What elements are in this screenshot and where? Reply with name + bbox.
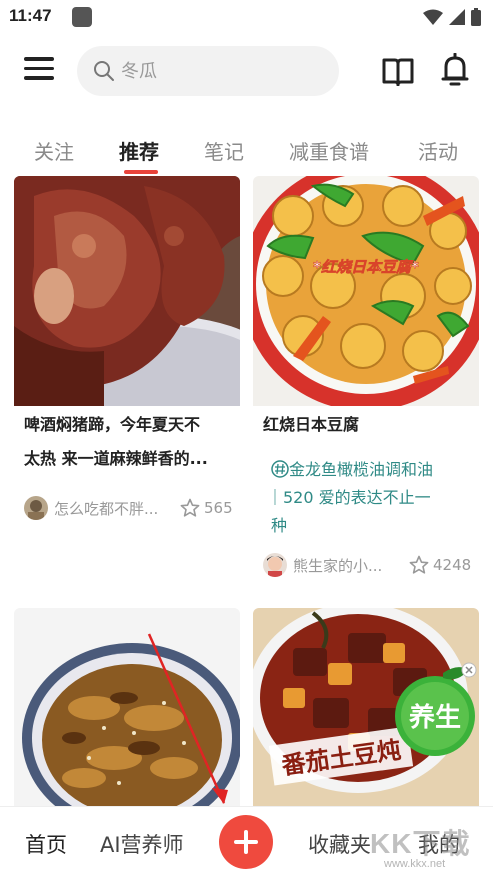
- topic-tag[interactable]: 金龙鱼橄榄油调和油: [271, 456, 433, 484]
- wifi-icon: [423, 9, 443, 25]
- recipe-card-braised[interactable]: [14, 608, 240, 806]
- bell-icon[interactable]: [440, 53, 470, 87]
- recipe-title-line: 太热 来一道麻辣鲜香的...: [24, 449, 208, 468]
- like-button[interactable]: 4248: [409, 555, 471, 575]
- health-badge: 养生: [408, 702, 461, 733]
- recipe-image-pork-trotter: [14, 176, 240, 406]
- avatar: [24, 496, 48, 520]
- search-input[interactable]: [121, 56, 321, 86]
- card-author[interactable]: 熊生家的小...: [263, 553, 382, 577]
- search-bar[interactable]: [77, 46, 339, 96]
- recipe-title-line: 啤酒焖猪蹄，今年夏天不: [24, 415, 201, 434]
- app-notification-icon: [72, 7, 92, 27]
- topic-line: 金龙鱼橄榄油调和油: [289, 460, 434, 479]
- star-icon: [180, 498, 200, 517]
- like-count: 565: [204, 499, 233, 517]
- bottom-navigation: 首页 AI营养师 收藏夹 我的: [0, 806, 493, 878]
- active-tab-indicator: [124, 170, 158, 174]
- top-bar: [0, 38, 493, 104]
- like-button[interactable]: 565: [180, 498, 233, 518]
- recipe-card-tofu[interactable]: *红烧日本豆腐* 红烧日本豆腐 金龙鱼橄榄油调和油 ｜520 爱的表达不止一 种…: [253, 176, 479, 596]
- topic-line: 种: [271, 516, 288, 535]
- tab-follow[interactable]: 关注: [34, 136, 74, 165]
- book-icon[interactable]: [381, 56, 415, 86]
- search-icon: [94, 61, 114, 81]
- add-post-button[interactable]: [219, 815, 273, 869]
- status-bar: 11:47: [0, 0, 493, 34]
- battery-icon: [471, 8, 481, 26]
- nav-favorites[interactable]: 收藏夹: [308, 829, 371, 859]
- image-caption: *红烧日本豆腐*: [313, 258, 419, 276]
- recipe-image-braised: [14, 608, 240, 806]
- signal-icon: [449, 9, 465, 25]
- hashtag-icon: [271, 460, 289, 478]
- status-time: 11:47: [9, 6, 52, 25]
- status-icons: [423, 8, 481, 26]
- topic-line: ｜520 爱的表达不止一: [267, 488, 431, 507]
- star-icon: [409, 555, 429, 574]
- author-name: 怎么吃都不胖...: [54, 499, 159, 518]
- recipe-image-beef-potato: 番茄土豆炖 养生: [253, 608, 479, 806]
- recipe-title: 红烧日本豆腐: [263, 415, 360, 434]
- recipe-card-pork-trotter[interactable]: 啤酒焖猪蹄，今年夏天不 太热 来一道麻辣鲜香的... 怎么吃都不胖... 565: [14, 176, 240, 536]
- tab-recommend[interactable]: 推荐: [119, 136, 159, 165]
- nav-home[interactable]: 首页: [25, 829, 67, 859]
- tab-diet-recipes[interactable]: 减重食谱: [289, 136, 369, 165]
- recipe-card-beef-potato[interactable]: 番茄土豆炖 养生: [253, 608, 479, 806]
- nav-profile[interactable]: 我的: [418, 829, 460, 859]
- nav-ai-nutritionist[interactable]: AI营养师: [100, 829, 184, 859]
- recipe-feed: 啤酒焖猪蹄，今年夏天不 太热 来一道麻辣鲜香的... 怎么吃都不胖... 565: [0, 176, 493, 806]
- like-count: 4248: [433, 556, 472, 574]
- card-author[interactable]: 怎么吃都不胖...: [24, 496, 158, 520]
- menu-icon[interactable]: [24, 57, 54, 83]
- avatar: [263, 553, 287, 577]
- category-tabs: 关注 推荐 笔记 减重食谱 活动: [0, 128, 493, 176]
- tab-events[interactable]: 活动: [418, 136, 458, 165]
- recipe-image-tofu: *红烧日本豆腐*: [253, 176, 479, 406]
- tab-notes[interactable]: 笔记: [204, 136, 244, 165]
- author-name: 熊生家的小...: [293, 556, 383, 575]
